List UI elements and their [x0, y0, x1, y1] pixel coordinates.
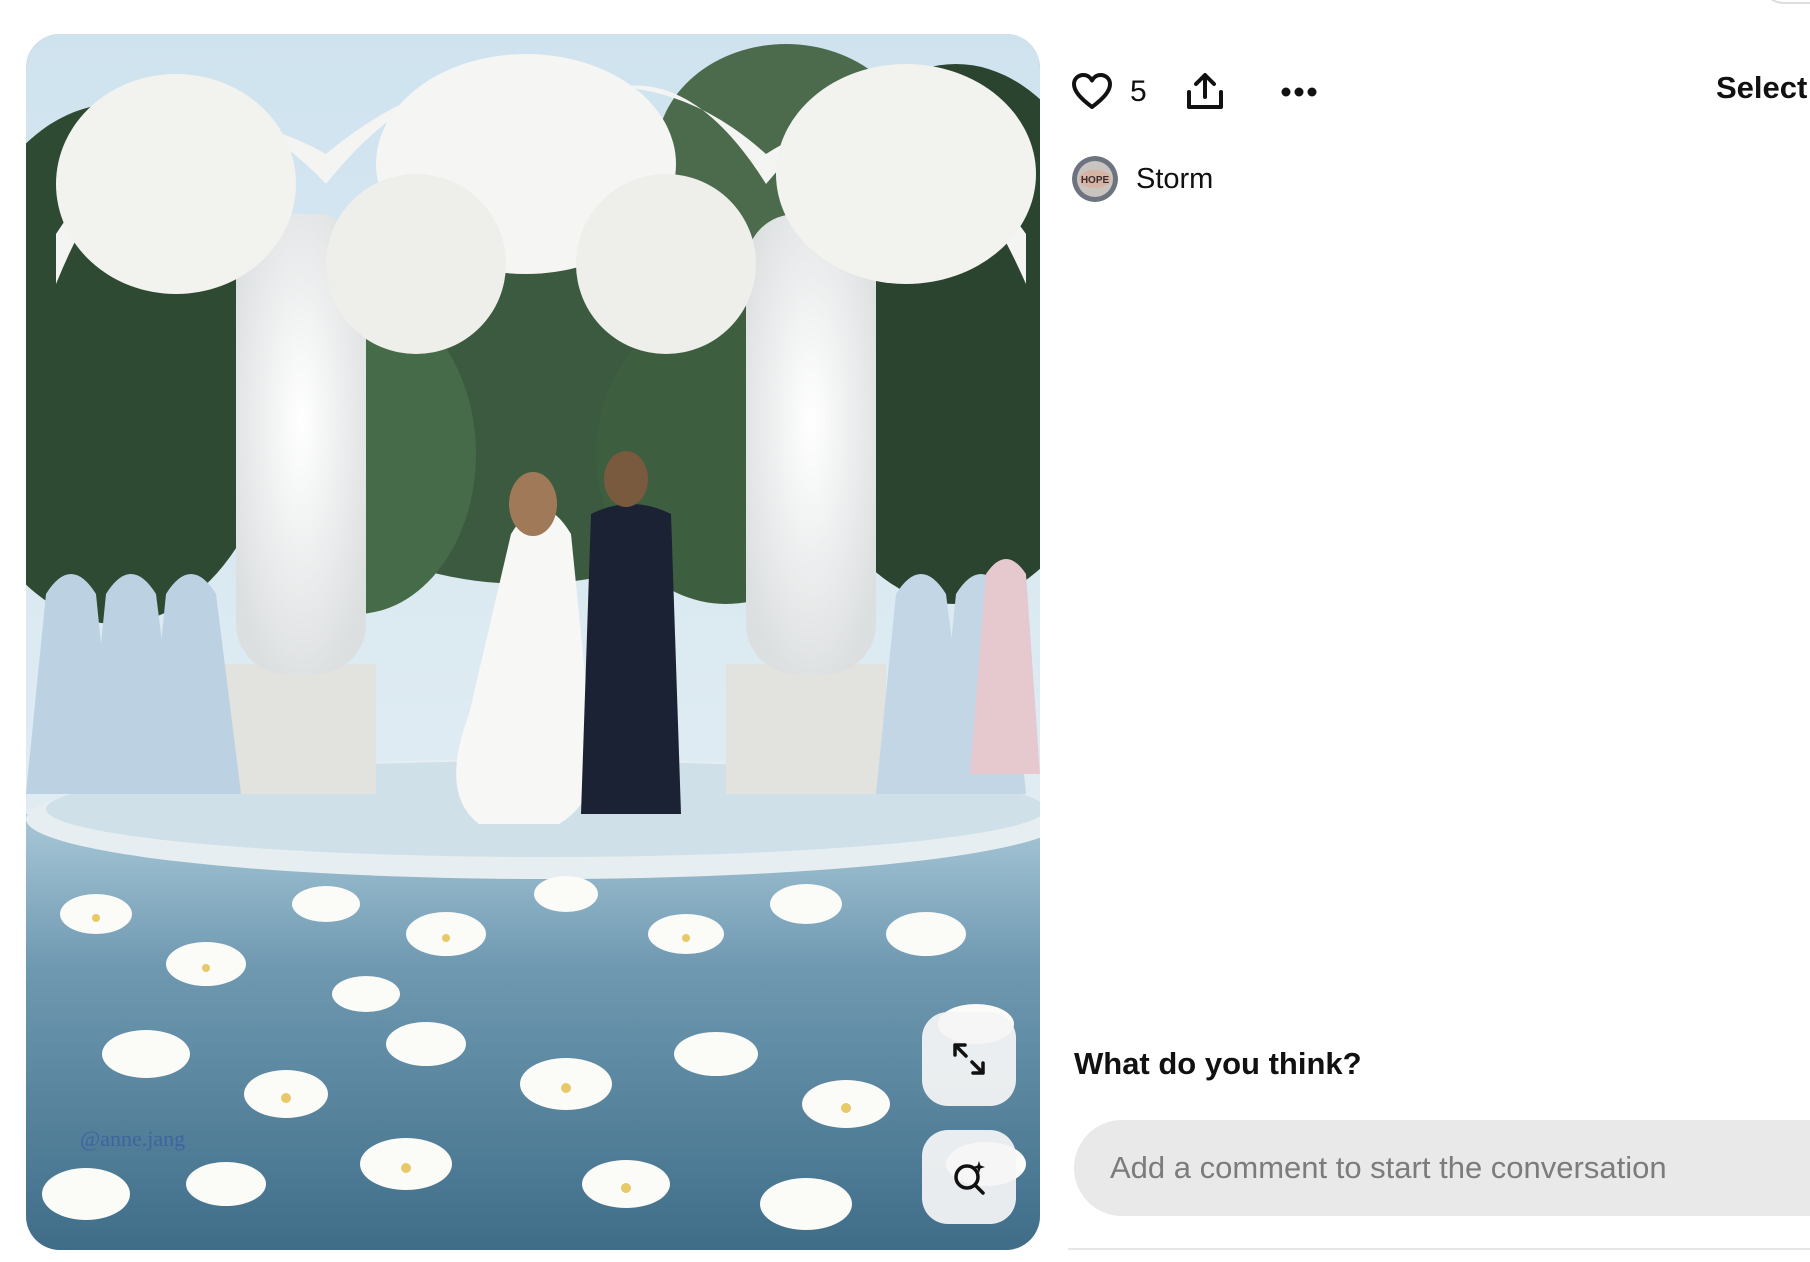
share-button[interactable]	[1181, 68, 1229, 116]
comments-heading: What do you think?	[1074, 1046, 1362, 1081]
ellipsis-icon	[1281, 87, 1317, 97]
avatar-image: HOPE	[1072, 156, 1118, 202]
image-watermark: @anne.jang	[80, 1126, 186, 1151]
pin-detail-page: @anne.jang 5 Select HOPE Storm What do y…	[0, 0, 1810, 1262]
expand-arrows-icon	[953, 1043, 985, 1075]
avatar[interactable]: HOPE	[1072, 156, 1118, 202]
pin-author[interactable]: HOPE Storm	[1072, 156, 1213, 202]
wedding-scene-illustration	[26, 34, 1040, 1250]
more-options-button[interactable]	[1275, 68, 1323, 116]
author-name[interactable]: Storm	[1136, 163, 1213, 196]
top-right-edge-shape	[1760, 0, 1810, 4]
board-select-dropdown[interactable]: Select	[1716, 70, 1807, 106]
heart-icon	[1072, 73, 1112, 109]
share-upload-icon	[1186, 73, 1223, 109]
like-count: 5	[1130, 75, 1147, 108]
like-button[interactable]	[1068, 68, 1116, 116]
visual-search-button[interactable]	[922, 1130, 1016, 1224]
svg-text:HOPE: HOPE	[1081, 175, 1110, 186]
visual-search-icon	[954, 1161, 985, 1195]
pin-action-bar: 5	[1068, 64, 1323, 120]
comment-input[interactable]	[1074, 1149, 1810, 1187]
bottom-divider	[1068, 1248, 1810, 1250]
comment-field-container[interactable]	[1074, 1120, 1810, 1216]
expand-image-button[interactable]	[922, 1012, 1016, 1106]
pin-image[interactable]: @anne.jang	[26, 34, 1040, 1250]
